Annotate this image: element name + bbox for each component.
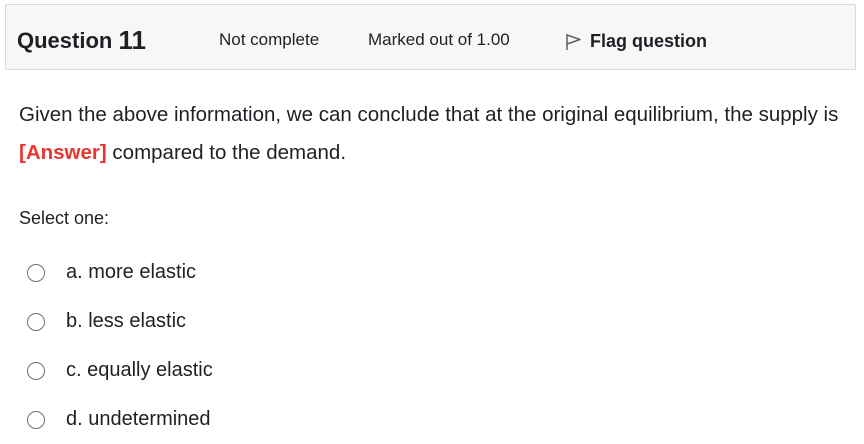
- option-b[interactable]: b. less elastic: [27, 297, 427, 346]
- radio-unchecked-icon[interactable]: [27, 263, 45, 282]
- question-text: Given the above information, we can conc…: [19, 96, 839, 172]
- question-text-after: compared to the demand.: [106, 141, 347, 164]
- flag-question-button[interactable]: Flag question: [563, 28, 707, 54]
- question-number-label: Question 11: [17, 24, 146, 55]
- flag-icon: [563, 31, 583, 51]
- question-state: Not complete: [219, 30, 320, 49]
- question-number: 11: [118, 25, 146, 55]
- radio-unchecked-icon[interactable]: [27, 312, 45, 331]
- option-c-label[interactable]: c. equally elastic: [66, 359, 213, 382]
- question-text-before: Given the above information, we can conc…: [19, 103, 839, 126]
- option-c[interactable]: c. equally elastic: [27, 346, 427, 395]
- option-d-label[interactable]: d. undetermined: [66, 408, 211, 431]
- option-d[interactable]: d. undetermined: [27, 395, 427, 444]
- option-b-label[interactable]: b. less elastic: [66, 310, 186, 333]
- answer-placeholder: [Answer]: [19, 141, 107, 164]
- option-a-label[interactable]: a. more elastic: [66, 261, 196, 284]
- answer-options: a. more elastic b. less elastic c. equal…: [27, 248, 427, 444]
- option-a[interactable]: a. more elastic: [27, 248, 427, 297]
- question-info-header: Question 11 Not complete Marked out of 1…: [5, 4, 856, 70]
- question-grade: Marked out of 1.00: [368, 30, 510, 49]
- radio-unchecked-icon[interactable]: [27, 410, 45, 429]
- radio-unchecked-icon[interactable]: [27, 361, 45, 380]
- flag-question-label: Flag question: [590, 30, 707, 51]
- select-one-prompt: Select one:: [19, 208, 110, 228]
- question-word: Question: [17, 28, 113, 53]
